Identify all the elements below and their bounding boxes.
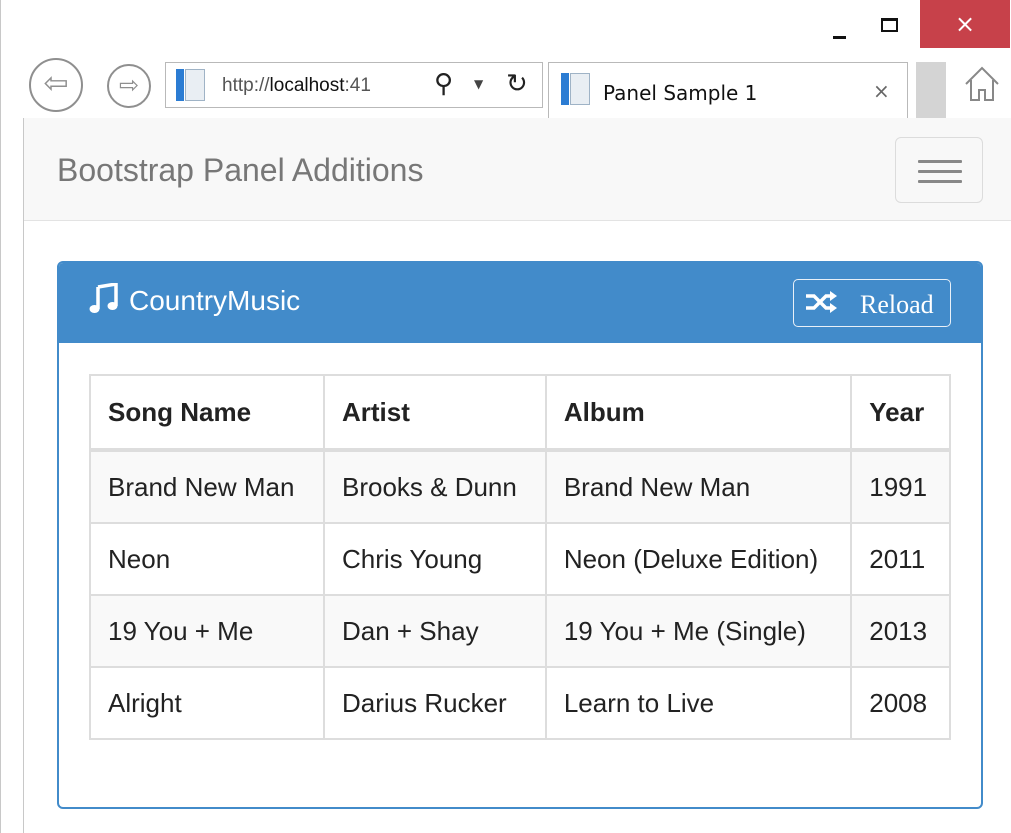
- address-bar[interactable]: http://localhost:41 ⚲ ▼ ↻: [165, 62, 543, 108]
- back-button[interactable]: ⇦: [29, 58, 83, 112]
- shuffle-icon: [806, 291, 837, 313]
- address-text[interactable]: http://localhost:41: [222, 75, 371, 97]
- dropdown-caret-icon[interactable]: ▼: [474, 77, 483, 91]
- album-cell: Brand New Man: [544, 449, 853, 524]
- browser-nav-bar: ⇦ ⇨ http://localhost:41 ⚲ ▼ ↻ Panel Samp…: [1, 52, 1011, 118]
- tab-title: Panel Sample 1: [603, 81, 758, 105]
- page-icon: [176, 69, 206, 101]
- table-row[interactable]: Brand New Man Brooks & Dunn Brand New Ma…: [89, 449, 951, 524]
- minimize-button[interactable]: [816, 4, 862, 44]
- year-cell: 2011: [850, 522, 951, 596]
- maximize-button[interactable]: [869, 4, 915, 44]
- column-header[interactable]: Year: [850, 374, 951, 452]
- hamburger-icon: [918, 170, 962, 173]
- table-row[interactable]: 19 You + Me Dan + Shay 19 You + Me (Sing…: [89, 594, 951, 668]
- page-icon: [561, 73, 591, 105]
- navbar-brand[interactable]: Bootstrap Panel Additions: [57, 152, 423, 189]
- panel-title: CountryMusic: [129, 285, 301, 316]
- table-header-row: Song Name Artist Album Year: [89, 374, 951, 452]
- artist-cell: Dan + Shay: [322, 594, 547, 668]
- song-name-cell: Brand New Man: [89, 449, 325, 524]
- home-icon[interactable]: [963, 64, 1001, 104]
- reload-label: Reload: [860, 290, 934, 319]
- year-cell: 1991: [850, 449, 951, 524]
- hamburger-icon: [918, 160, 962, 163]
- artist-cell: Chris Young: [322, 522, 547, 596]
- album-cell: Neon (Deluxe Edition): [544, 522, 853, 596]
- table-row[interactable]: Neon Chris Young Neon (Deluxe Edition) 2…: [89, 522, 951, 596]
- page-content: Bootstrap Panel Additions CountryMusic R…: [23, 118, 1011, 833]
- close-tab-icon[interactable]: ×: [873, 79, 890, 103]
- forward-button[interactable]: ⇨: [107, 64, 151, 108]
- artist-cell: Brooks & Dunn: [322, 449, 547, 524]
- album-cell: Learn to Live: [544, 666, 853, 740]
- song-name-cell: Alright: [89, 666, 325, 740]
- songs-table: Song Name Artist Album Year Brand New Ma…: [89, 374, 951, 740]
- song-name-cell: Neon: [89, 522, 325, 596]
- title-bar: ×: [1, 0, 1011, 52]
- back-arrow-icon: ⇦: [43, 66, 69, 101]
- browser-window: × ⇦ ⇨ http://localhost:41 ⚲ ▼ ↻ Panel Sa…: [0, 0, 1011, 833]
- hamburger-icon: [918, 180, 962, 183]
- reload-button[interactable]: Reload: [793, 279, 951, 327]
- new-tab-button[interactable]: [916, 62, 946, 118]
- column-header[interactable]: Song Name: [89, 374, 325, 452]
- navbar: Bootstrap Panel Additions: [24, 118, 1011, 221]
- forward-arrow-icon: ⇨: [118, 71, 140, 99]
- navbar-toggle-button[interactable]: [895, 137, 983, 203]
- year-cell: 2013: [850, 594, 951, 668]
- year-cell: 2008: [850, 666, 951, 740]
- tab-panel-sample[interactable]: Panel Sample 1 ×: [548, 62, 908, 118]
- album-cell: 19 You + Me (Single): [544, 594, 853, 668]
- refresh-icon[interactable]: ↻: [506, 69, 528, 99]
- table-row[interactable]: Alright Darius Rucker Learn to Live 2008: [89, 666, 951, 740]
- panel-heading: CountryMusic Reload: [59, 263, 981, 343]
- artist-cell: Darius Rucker: [322, 666, 547, 740]
- music-panel: CountryMusic Reload Song Name Artist Alb…: [57, 261, 983, 809]
- column-header[interactable]: Album: [544, 374, 853, 452]
- close-window-button[interactable]: ×: [920, 0, 1010, 48]
- column-header[interactable]: Artist: [322, 374, 547, 452]
- search-icon[interactable]: ⚲: [434, 69, 453, 99]
- song-name-cell: 19 You + Me: [89, 594, 325, 668]
- music-note-icon: [89, 283, 118, 313]
